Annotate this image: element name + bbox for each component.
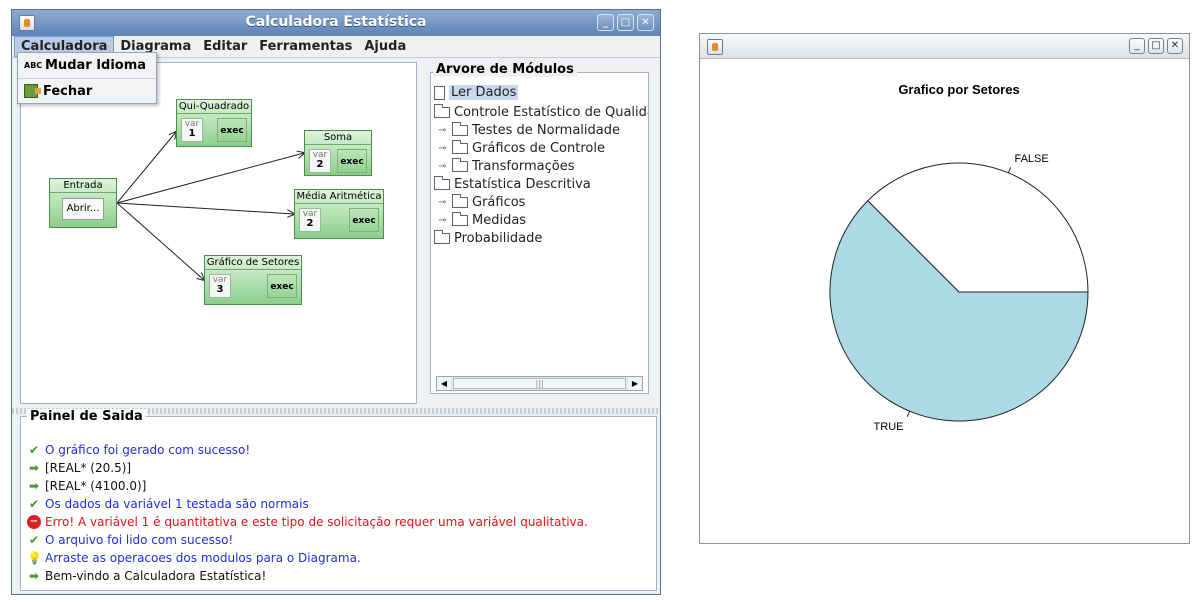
pie-label-tick: [906, 410, 911, 417]
arrow-to-setores: [116, 202, 204, 280]
diagram-canvas[interactable]: Entrada Abrir... Qui-Quadrado var 1 exec …: [20, 62, 417, 404]
maximize-button[interactable]: □: [1148, 38, 1164, 54]
module-title: Entrada: [50, 179, 116, 193]
folder-icon: [434, 176, 450, 190]
module-soma[interactable]: Soma var 2 exec: [304, 130, 372, 176]
module-title: Média Aritmética: [295, 191, 383, 204]
var-field[interactable]: var 3: [209, 274, 231, 298]
output-line: ➡ [REAL* (20.5)]: [28, 461, 132, 475]
abc-icon: ABC: [24, 61, 43, 70]
menu-editar[interactable]: Editar: [197, 37, 253, 56]
folder-icon: [452, 212, 468, 226]
chart-title-bar[interactable]: _ □ ✕: [700, 34, 1189, 59]
exec-button[interactable]: exec: [217, 118, 247, 142]
tree-node-graficos[interactable]: ⊸ Gráficos: [438, 194, 525, 210]
output-line: 💡 Arraste as operacoes dos modulos para …: [27, 551, 361, 565]
title-bar[interactable]: Calculadora Estatística _ □ ✕: [12, 10, 660, 36]
output-line: ✔ O arquivo foi lido com sucesso!: [28, 533, 234, 547]
chart-window: _ □ ✕ Grafico por Setores FALSE TRUE: [699, 33, 1190, 544]
exec-button[interactable]: exec: [337, 149, 367, 173]
module-title: Gráfico de Setores: [205, 257, 301, 270]
module-title: Soma: [305, 131, 371, 145]
check-icon: ✔: [28, 497, 40, 511]
module-qui-quadrado[interactable]: Qui-Quadrado var 1 exec: [176, 99, 252, 147]
lightbulb-icon: 💡: [27, 551, 42, 565]
folder-icon: [452, 194, 468, 208]
var-field[interactable]: var 2: [309, 149, 331, 173]
folder-icon: [434, 230, 450, 244]
minimize-button[interactable]: _: [597, 14, 614, 31]
output-line: ➡ Bem-vindo a Calculadora Estatística!: [28, 569, 267, 583]
arrow-to-soma: [116, 153, 304, 204]
chart-title: Grafico por Setores: [898, 82, 1019, 97]
tree-node-transformacoes[interactable]: ⊸ Transformações: [438, 158, 575, 174]
module-title: Qui-Quadrado: [177, 101, 251, 114]
var-field[interactable]: var 1: [181, 118, 203, 142]
expand-toggle-icon[interactable]: ⊸: [438, 125, 448, 136]
arrow-icon: ➡: [28, 569, 40, 583]
menu-item-mudar-idioma[interactable]: ABC Mudar Idioma: [18, 53, 156, 78]
menu-ajuda[interactable]: Ajuda: [358, 37, 412, 56]
output-line: ✔ Os dados da variável 1 testada são nor…: [28, 497, 309, 511]
check-icon: ✔: [28, 533, 40, 547]
menu-ferramentas[interactable]: Ferramentas: [253, 37, 358, 56]
minimize-button[interactable]: _: [1129, 38, 1145, 54]
abrir-button[interactable]: Abrir...: [62, 198, 104, 220]
arrow-icon: ➡: [28, 461, 40, 475]
module-grafico-setores[interactable]: Gráfico de Setores var 3 exec: [204, 255, 302, 305]
pie-label-tick: [1007, 167, 1012, 174]
scroll-right-icon[interactable]: ▶: [628, 377, 642, 390]
tree-node-controle[interactable]: Controle Estatístico de Qualidad: [434, 104, 648, 120]
tree-panel-title: Arvore de Módulos: [433, 62, 577, 77]
expand-toggle-icon[interactable]: ⊸: [438, 143, 448, 154]
folder-icon: [452, 122, 468, 136]
horizontal-scrollbar[interactable]: ◀ ||| ▶: [436, 376, 643, 391]
pie-chart: Grafico por Setores FALSE TRUE: [829, 82, 1089, 433]
arrow-to-qui: [116, 132, 176, 204]
check-icon: ✔: [28, 443, 40, 457]
pie-label-true: TRUE: [874, 421, 904, 433]
output-line: ➡ [REAL* (4100.0)]: [28, 479, 147, 493]
maximize-button[interactable]: □: [617, 14, 634, 31]
folder-icon: [452, 140, 468, 154]
folder-icon: [434, 104, 450, 118]
expand-toggle-icon[interactable]: ⊸: [438, 197, 448, 208]
var-field[interactable]: var 2: [299, 208, 321, 232]
module-media-aritmetica[interactable]: Média Aritmética var 2 exec: [294, 189, 384, 239]
scroll-thumb[interactable]: |||: [453, 378, 626, 389]
output-line: − Erro! A variável 1 é quantitativa e es…: [27, 515, 588, 529]
output-line: ✔ O gráfico foi gerado com sucesso!: [28, 443, 251, 457]
module-tree-panel: Ler Dados Controle Estatístico de Qualid…: [425, 62, 654, 404]
output-panel: Painel de Saida ✔ O gráfico foi gerado c…: [20, 409, 657, 591]
calculadora-dropdown: ABC Mudar Idioma Fechar: [17, 52, 157, 104]
menu-item-fechar[interactable]: Fechar: [18, 78, 156, 103]
document-icon: [434, 85, 445, 100]
scroll-left-icon[interactable]: ◀: [437, 377, 451, 390]
module-tree[interactable]: Ler Dados Controle Estatístico de Qualid…: [430, 72, 649, 394]
tree-node-probabilidade[interactable]: Probabilidade: [434, 230, 542, 246]
close-button[interactable]: ✕: [637, 14, 654, 31]
module-entrada[interactable]: Entrada Abrir...: [49, 178, 117, 228]
tree-node-medidas[interactable]: ⊸ Medidas: [438, 212, 526, 228]
tree-node-graficos-controle[interactable]: ⊸ Gráficos de Controle: [438, 140, 605, 156]
tree-node-estatistica-descritiva[interactable]: Estatística Descritiva: [434, 176, 591, 192]
tree-node-testes[interactable]: ⊸ Testes de Normalidade: [438, 122, 620, 138]
exec-button[interactable]: exec: [267, 274, 297, 298]
pie-label-false: FALSE: [1014, 153, 1048, 165]
expand-toggle-icon[interactable]: ⊸: [438, 215, 448, 226]
exit-icon: [24, 84, 41, 98]
window-title: Calculadora Estatística: [245, 14, 427, 30]
arrow-to-media: [116, 202, 294, 214]
expand-toggle-icon[interactable]: ⊸: [438, 161, 448, 172]
output-panel-title: Painel de Saida: [27, 409, 146, 424]
arrow-icon: ➡: [28, 479, 40, 493]
exec-button[interactable]: exec: [349, 208, 379, 232]
close-button[interactable]: ✕: [1167, 38, 1183, 54]
java-app-icon: [707, 39, 723, 55]
tree-node-ler-dados[interactable]: Ler Dados: [434, 85, 519, 100]
folder-icon: [452, 158, 468, 172]
error-icon: −: [27, 515, 41, 529]
